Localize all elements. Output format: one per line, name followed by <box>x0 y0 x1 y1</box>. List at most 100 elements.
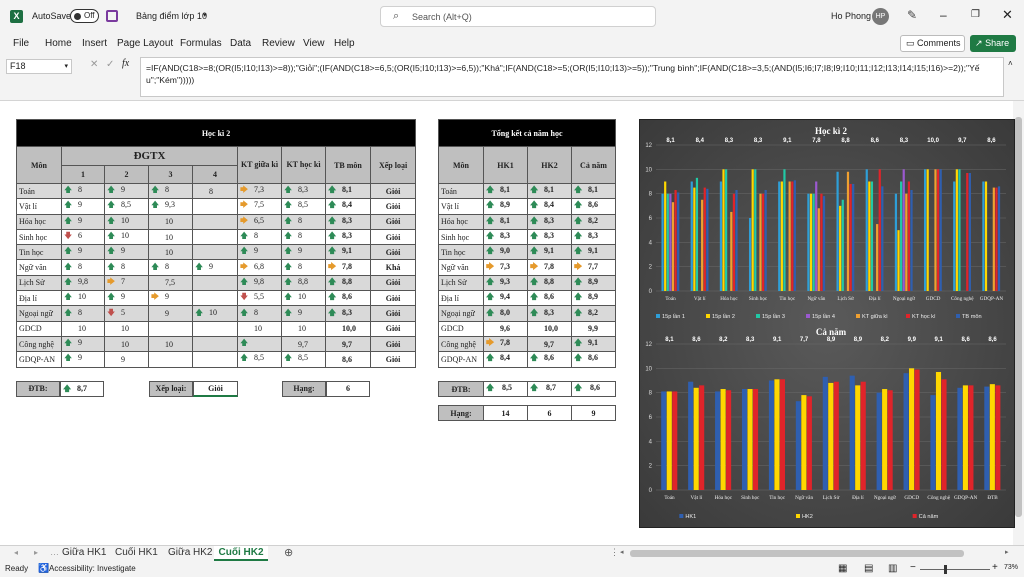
score-hk2[interactable]: 🡅 9,1 <box>527 244 572 261</box>
menu-insert[interactable]: Insert <box>82 38 107 49</box>
tab-split-icon[interactable]: ⋮ <box>610 547 619 558</box>
subject-name[interactable]: Toán <box>16 182 62 200</box>
score-tb[interactable]: 10,0 <box>325 320 371 337</box>
score-c4[interactable] <box>192 335 238 353</box>
score-hk[interactable]: 10 <box>281 320 326 337</box>
score-hk[interactable]: 🡅 8 <box>281 213 326 230</box>
score-hk1[interactable]: 🡅 8,4 <box>483 351 528 368</box>
cancel-icon[interactable]: ✕ <box>90 59 98 70</box>
tab-more-icon[interactable]: … <box>50 547 59 557</box>
subject-name[interactable]: Hóa học <box>438 213 484 230</box>
score-hk[interactable]: 🡅 9 <box>281 244 326 261</box>
score-hk[interactable]: 🡅 9 <box>281 305 326 322</box>
status-accessibility[interactable]: Accessibility: Investigate <box>49 564 136 573</box>
score-hk1[interactable]: 🡅 9,0 <box>483 244 528 261</box>
minimize-icon[interactable]: – <box>940 8 947 22</box>
score-hk1[interactable]: 🡅 8,1 <box>483 213 528 230</box>
grade-cell[interactable]: Giỏi <box>369 228 417 246</box>
subject-name[interactable]: Ngữ văn <box>438 259 484 276</box>
score-gk[interactable]: 🡆 7,3 <box>237 182 282 200</box>
score-tb[interactable]: 🡅 9,1 <box>325 244 371 261</box>
hscroll-right-icon[interactable]: ▸ <box>1005 548 1009 556</box>
score-c2[interactable]: 🡅 8 <box>104 259 149 276</box>
name-box[interactable]: F18 ▾ <box>6 59 72 74</box>
score-c3[interactable]: 🡅 8 <box>148 182 193 200</box>
score-c4[interactable]: 🡅 10 <box>192 305 238 322</box>
score-c4[interactable]: 8 <box>192 182 238 200</box>
pen-icon[interactable]: ✎ <box>907 8 917 22</box>
score-hk2[interactable]: 🡆 7,8 <box>527 259 572 276</box>
menu-formulas[interactable]: Formulas <box>180 38 222 49</box>
hscroll-left-icon[interactable]: ◂ <box>620 548 624 556</box>
score-c1[interactable]: 🡅 9,8 <box>61 274 105 292</box>
score-tb[interactable]: 🡅 8,4 <box>325 198 371 215</box>
score-hk1[interactable]: 🡆 7,8 <box>483 335 528 353</box>
year-hang-hk1[interactable]: 14 <box>483 404 528 422</box>
menu-page-layout[interactable]: Page Layout <box>117 38 173 49</box>
score-hk1[interactable]: 🡅 8,3 <box>483 228 528 246</box>
page-layout-view-icon[interactable]: ▤ <box>864 563 873 574</box>
score-hk2[interactable]: 🡅 8,1 <box>527 182 572 200</box>
score-cn[interactable]: 🡅 8,9 <box>571 290 616 307</box>
grade-cell[interactable]: Giỏi <box>369 351 417 368</box>
score-gk[interactable]: 🡅 8 <box>237 228 282 246</box>
hk2-hang-cell[interactable]: 6 <box>326 381 370 397</box>
grade-cell[interactable]: Giỏi <box>369 182 417 200</box>
grade-cell[interactable]: Giỏi <box>369 198 417 215</box>
year-hang-cn[interactable]: 9 <box>571 404 616 422</box>
tab-prev-icon[interactable]: ◂ <box>14 548 18 557</box>
year-dtb-hk1-cell[interactable]: 🡅 8,5 <box>483 380 528 398</box>
score-c3[interactable]: 10 <box>148 213 193 230</box>
restore-icon[interactable]: ❐ <box>971 9 980 20</box>
menu-file[interactable]: File <box>13 38 29 49</box>
close-icon[interactable]: ✕ <box>1002 7 1013 23</box>
subject-name[interactable]: Ngoại ngữ <box>438 305 484 322</box>
subject-name[interactable]: Tin học <box>438 244 484 261</box>
subject-name[interactable]: GDCD <box>16 320 62 337</box>
subject-name[interactable]: Ngoại ngữ <box>16 305 62 322</box>
scroll-thumb[interactable] <box>1015 117 1022 517</box>
score-c2[interactable]: 🡅 10 <box>104 213 149 230</box>
score-c2[interactable]: 🡅 9 <box>104 244 149 261</box>
score-c3[interactable] <box>148 320 193 337</box>
score-gk[interactable]: 🡅 <box>237 335 282 353</box>
score-gk[interactable]: 🡅 9 <box>237 244 282 261</box>
score-c1[interactable]: 🡅 9 <box>61 198 105 215</box>
score-tb[interactable]: 🡅 8,1 <box>325 182 371 200</box>
score-hk[interactable]: 🡅 8,5 <box>281 351 326 368</box>
score-c3[interactable]: 7,5 <box>148 274 193 292</box>
score-cn[interactable]: 🡅 8,6 <box>571 351 616 368</box>
tab-giua-hk1[interactable]: Giữa HK1 <box>62 547 107 558</box>
subject-name[interactable]: Hóa học <box>16 213 62 230</box>
score-hk[interactable]: 🡅 8,5 <box>281 198 326 215</box>
score-hk1[interactable]: 🡅 8,1 <box>483 182 528 200</box>
share-button[interactable]: ↗ Share <box>970 35 1016 52</box>
hk2-xeploai-cell[interactable]: Giỏi <box>193 381 238 397</box>
score-hk1[interactable]: 9,6 <box>483 320 528 337</box>
score-hk1[interactable]: 🡅 8,0 <box>483 305 528 322</box>
score-c3[interactable]: 🡅 9,3 <box>148 198 193 215</box>
score-hk2[interactable]: 9,7 <box>527 335 572 353</box>
score-c2[interactable]: 10 <box>104 320 149 337</box>
score-c1[interactable]: 🡅 8 <box>61 182 105 200</box>
score-tb[interactable]: 9,7 <box>325 335 371 353</box>
score-cn[interactable]: 🡅 8,1 <box>571 182 616 200</box>
grade-cell[interactable]: Giỏi <box>369 213 417 230</box>
score-c1[interactable]: 🡅 10 <box>61 290 105 307</box>
score-hk[interactable]: 🡅 8,3 <box>281 182 326 200</box>
score-c1[interactable]: 🡅 8 <box>61 259 105 276</box>
year-dtb-hk2-cell[interactable]: 🡅 8,7 <box>527 380 572 398</box>
grade-cell[interactable]: Giỏi <box>369 244 417 261</box>
score-cn[interactable]: 🡅 8,9 <box>571 274 616 292</box>
grade-cell[interactable]: Giỏi <box>369 305 417 322</box>
zoom-in-icon[interactable]: + <box>992 562 998 573</box>
subject-name[interactable]: Toán <box>438 182 484 200</box>
score-c3[interactable]: 10 <box>148 335 193 353</box>
score-tb[interactable]: 🡅 8,6 <box>325 290 371 307</box>
subject-name[interactable]: Vật lí <box>16 198 62 215</box>
score-c3[interactable] <box>148 351 193 368</box>
score-hk2[interactable]: 🡅 8,8 <box>527 274 572 292</box>
tab-next-icon[interactable]: ▸ <box>34 548 38 557</box>
subject-name[interactable]: GDQP-AN <box>16 351 62 368</box>
menu-home[interactable]: Home <box>45 38 72 49</box>
